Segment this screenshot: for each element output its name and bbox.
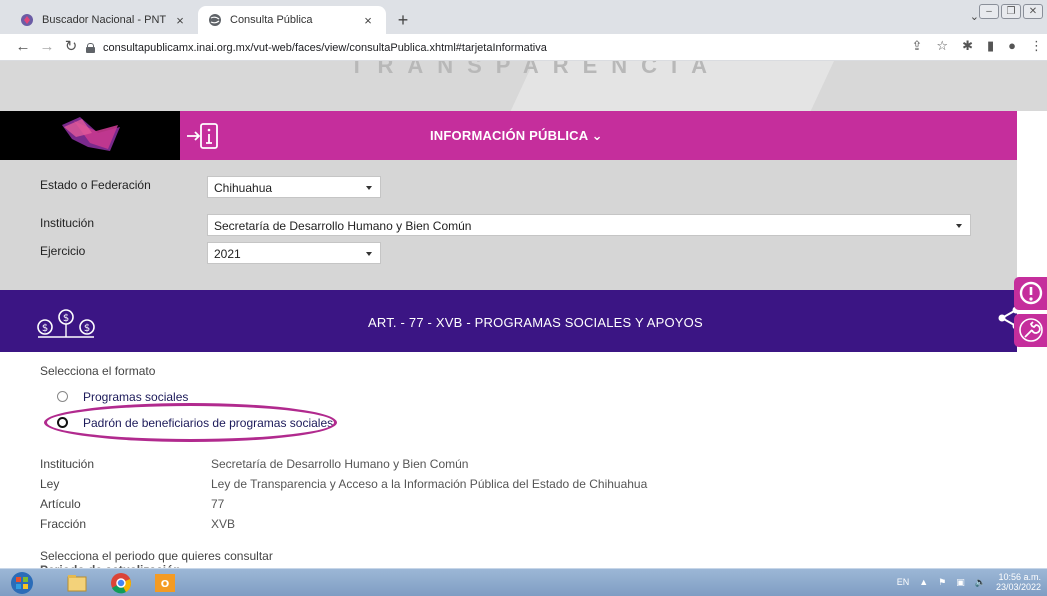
- detail-value: Ley de Transparencia y Acceso a la Infor…: [211, 477, 648, 491]
- language-indicator[interactable]: EN: [897, 577, 910, 587]
- pnt-logo: [0, 111, 180, 160]
- estado-select-value: Chihuahua: [214, 181, 273, 195]
- formato-prompt: Selecciona el formato: [40, 364, 156, 378]
- new-tab-button[interactable]: +: [392, 9, 414, 31]
- radio-programas-sociales[interactable]: [57, 391, 68, 402]
- detail-label: Fracción: [40, 517, 87, 531]
- ejercicio-select[interactable]: 2021: [207, 242, 381, 264]
- detail-value: XVB: [211, 517, 236, 531]
- file-explorer-icon[interactable]: [60, 571, 94, 595]
- clock-time: 10:56 a.m.: [998, 572, 1041, 582]
- reload-icon[interactable]: ↻: [62, 38, 80, 56]
- tab-label: Buscador Nacional - PNT: [42, 14, 167, 26]
- institucion-select[interactable]: Secretaría de Desarrollo Humano y Bien C…: [207, 214, 971, 236]
- toolbar-icons: ⇪ ☆ ✱ ▮ ● ⋮: [912, 38, 1043, 54]
- institucion-label: Institución: [40, 216, 95, 230]
- close-tab-icon[interactable]: ×: [360, 13, 376, 28]
- ejercicio-select-value: 2021: [214, 247, 241, 261]
- maximize-icon[interactable]: ❐: [1001, 4, 1021, 19]
- tab-label: Consulta Pública: [230, 14, 313, 26]
- informacion-publica-dropdown[interactable]: INFORMACIÓN PÚBLICA ⌄: [430, 128, 603, 144]
- detail-label: Artículo: [40, 497, 81, 511]
- window-controls: – ❐ ✕: [979, 4, 1043, 19]
- bookmark-star-icon[interactable]: ☆: [936, 38, 948, 54]
- share-page-icon[interactable]: ⇪: [912, 38, 923, 54]
- close-window-icon[interactable]: ✕: [1023, 4, 1043, 19]
- minimize-icon[interactable]: –: [979, 4, 999, 19]
- informacion-publica-bar: INFORMACIÓN PÚBLICA ⌄: [0, 111, 1017, 160]
- tools-side-button[interactable]: [1014, 314, 1047, 347]
- estado-label: Estado o Federación: [40, 178, 151, 192]
- tab-search-chevron-icon[interactable]: ⌄: [970, 10, 979, 23]
- extensions-puzzle-icon[interactable]: ✱: [962, 38, 973, 54]
- globe-favicon-icon: [209, 14, 221, 26]
- pnt-logo-icon: [62, 117, 120, 151]
- detail-label: Ley: [40, 477, 60, 491]
- alert-side-button[interactable]: [1014, 277, 1047, 310]
- clock-date: 23/03/2022: [995, 582, 1041, 592]
- money-coins-icon: $ $ $: [37, 309, 95, 338]
- svg-text:$: $: [63, 313, 69, 324]
- highlight-annotation: [44, 403, 337, 442]
- forward-arrow-icon[interactable]: →: [38, 38, 56, 56]
- filters-panel: Estado o Federación Chihuahua Institució…: [0, 160, 1017, 290]
- svg-text:$: $: [42, 323, 48, 334]
- wrench-icon: [1019, 318, 1043, 342]
- svg-text:$: $: [84, 323, 90, 334]
- outlook-icon[interactable]: O: [148, 571, 182, 595]
- volume-icon[interactable]: 🔈: [975, 577, 986, 588]
- back-arrow-icon[interactable]: ←: [14, 38, 32, 56]
- section-header: $ $ $ ART. - 77 - XVB - PROGRAMAS SOCIAL…: [0, 290, 1017, 352]
- svg-text:O: O: [161, 579, 170, 590]
- pnt-favicon-icon: [21, 14, 33, 26]
- side-panel-icon[interactable]: ▮: [987, 38, 994, 54]
- tab-buscador-nacional[interactable]: Buscador Nacional - PNT ×: [10, 6, 198, 34]
- windows-taskbar: O EN ▲ ⚑ ▣ 🔈 10:56 a.m. 23/03/2022: [0, 568, 1047, 596]
- browser-tabstrip: Buscador Nacional - PNT × Consulta Públi…: [0, 0, 1047, 34]
- profile-avatar-icon[interactable]: ●: [1008, 38, 1016, 54]
- chevron-down-icon: [366, 186, 372, 190]
- detail-label: Institución: [40, 457, 95, 471]
- show-hidden-icons-icon[interactable]: ▲: [919, 577, 928, 587]
- detail-value: 77: [211, 497, 225, 511]
- lock-icon: [86, 42, 95, 53]
- menu-kebab-icon[interactable]: ⋮: [1030, 38, 1043, 54]
- address-bar[interactable]: consultapublicamx.inai.org.mx/vut-web/fa…: [86, 37, 931, 58]
- info-arrow-icon[interactable]: [185, 121, 221, 151]
- chevron-down-icon: [956, 224, 962, 228]
- browser-toolbar: ← → ↻ consultapublicamx.inai.org.mx/vut-…: [0, 34, 1047, 61]
- chevron-down-icon: [366, 252, 372, 256]
- url-text: consultapublicamx.inai.org.mx/vut-web/fa…: [103, 41, 547, 54]
- estado-select[interactable]: Chihuahua: [207, 176, 381, 198]
- detail-value: Secretaría de Desarrollo Humano y Bien C…: [211, 457, 469, 471]
- hero-banner: TRANSPARENCIA: [0, 61, 1047, 111]
- action-center-flag-icon[interactable]: ⚑: [938, 577, 946, 588]
- option-programas-sociales[interactable]: Programas sociales: [83, 390, 188, 404]
- tab-consulta-publica[interactable]: Consulta Pública ×: [198, 6, 386, 34]
- hero-title-partial: TRANSPARENCIA: [350, 61, 722, 78]
- section-title: ART. - 77 - XVB - PROGRAMAS SOCIALES Y A…: [368, 315, 703, 330]
- windows-start-icon[interactable]: [6, 571, 38, 595]
- close-tab-icon[interactable]: ×: [172, 13, 188, 28]
- ejercicio-label: Ejercicio: [40, 244, 86, 258]
- institucion-select-value: Secretaría de Desarrollo Humano y Bien C…: [214, 219, 472, 233]
- chrome-icon[interactable]: [104, 571, 138, 595]
- periodo-prompt: Selecciona el periodo que quieres consul…: [40, 549, 273, 563]
- exclamation-circle-icon: [1019, 281, 1043, 305]
- system-tray: EN ▲ ⚑ ▣ 🔈 10:56 a.m. 23/03/2022: [897, 572, 1041, 592]
- clock[interactable]: 10:56 a.m. 23/03/2022: [996, 572, 1041, 592]
- network-icon[interactable]: ▣: [956, 577, 965, 588]
